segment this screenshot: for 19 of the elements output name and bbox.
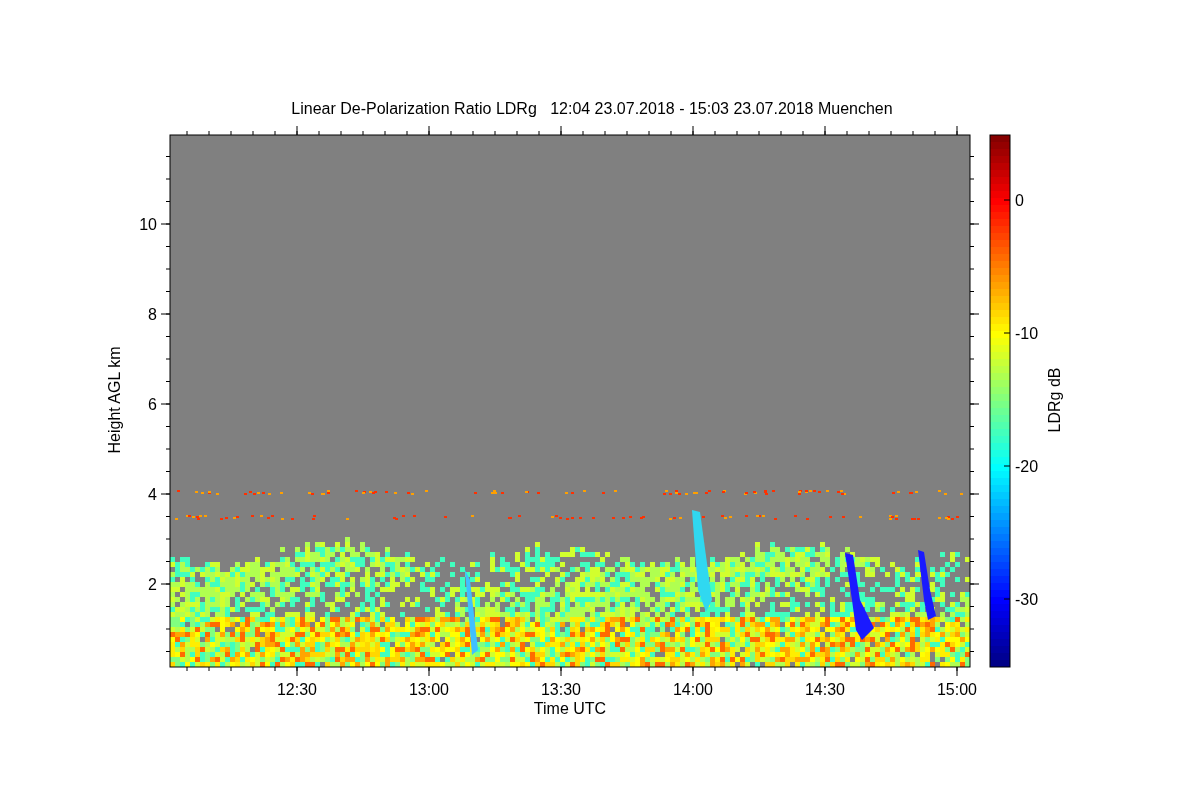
y-tick-label: 2: [148, 576, 157, 593]
y-tick-label: 8: [148, 306, 157, 323]
colorbar-tick-label: -30: [1015, 591, 1039, 608]
x-axis-label: Time UTC: [533, 700, 607, 717]
x-tick-label: 14:00: [673, 681, 713, 698]
colorbar-tick-label: -10: [1015, 325, 1039, 342]
y-tick-label: 10: [139, 216, 157, 233]
y-axis-label: Height AGL km: [106, 346, 123, 454]
x-tick-label: 13:00: [409, 681, 449, 698]
y-tick-label: 6: [148, 396, 157, 413]
chart-title: Linear De-Polarization Ratio LDRg 12:04 23.07.2018 - 15:03 23.07.2018 Muenchen: [291, 100, 893, 117]
x-tick-label: 15:00: [937, 681, 977, 698]
x-tick-label: 12:30: [277, 681, 317, 698]
x-tick-label: 13:30: [541, 681, 581, 698]
x-tick-label: 14:30: [805, 681, 845, 698]
colorbar-tick-label: 0: [1015, 192, 1024, 209]
y-tick-label: 4: [148, 486, 157, 503]
colorbar-label: LDRg dB: [1046, 367, 1063, 433]
colorbar-tick-label: -20: [1015, 458, 1039, 475]
